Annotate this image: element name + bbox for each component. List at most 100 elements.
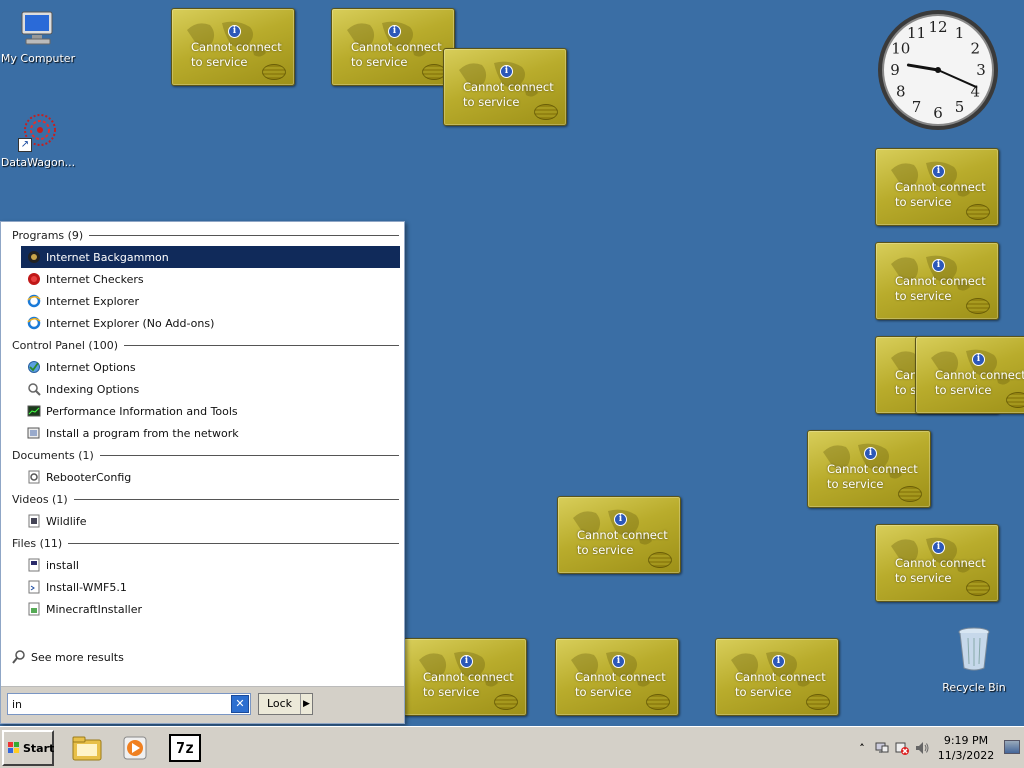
- desktop-icon-label: DataWagon...: [0, 156, 76, 169]
- shortcut-arrow-icon: ↗: [18, 138, 32, 152]
- result-item-label: Internet Explorer: [46, 294, 139, 308]
- result-item-label: Indexing Options: [46, 382, 140, 396]
- divider: [73, 498, 399, 500]
- divider: [99, 454, 399, 456]
- result-group-header[interactable]: Programs (9): [3, 224, 403, 246]
- power-options-arrow-icon[interactable]: ▶: [301, 694, 312, 714]
- info-icon: i: [228, 25, 241, 38]
- show-hidden-icons-chevron-icon[interactable]: ˄: [852, 738, 872, 758]
- start-button[interactable]: Start: [2, 730, 54, 766]
- taskbar-clock[interactable]: 9:19 PM 11/3/2022: [936, 733, 996, 763]
- result-item[interactable]: Indexing Options: [21, 378, 400, 400]
- weather-gadget[interactable]: iCannot connect to service: [443, 48, 567, 126]
- weather-gadget[interactable]: iCannot connect to service: [875, 148, 999, 226]
- result-item-label: Internet Checkers: [46, 272, 144, 286]
- result-item-label: Internet Explorer (No Add-ons): [46, 316, 215, 330]
- see-more-results[interactable]: See more results: [11, 649, 124, 665]
- result-item-label: Internet Backgammon: [46, 250, 169, 264]
- info-icon: i: [500, 65, 513, 78]
- coins-icon: [494, 694, 518, 710]
- clock-face: 12 1234567891011: [878, 10, 998, 130]
- media-player-icon[interactable]: [118, 732, 152, 764]
- coins-icon: [806, 694, 830, 710]
- install-network-icon: [26, 425, 42, 441]
- weather-gadget[interactable]: iCannot connect to service: [557, 496, 681, 574]
- result-item[interactable]: Internet Explorer (No Add-ons): [21, 312, 400, 334]
- weather-gadget[interactable]: iCannot connect to service: [715, 638, 839, 716]
- checkers-icon: [26, 271, 42, 287]
- result-group-header[interactable]: Control Panel (100): [3, 334, 403, 356]
- clock-gadget[interactable]: 12 1 2 3 4 5 6 7 8 9 10 11: [876, 8, 1000, 132]
- divider: [68, 542, 399, 544]
- clock-number: 5: [955, 98, 965, 116]
- computer-icon: [18, 8, 58, 48]
- result-item[interactable]: Internet Backgammon: [21, 246, 400, 268]
- weather-gadget[interactable]: iCannot connect to service: [875, 242, 999, 320]
- search-input[interactable]: [8, 694, 230, 714]
- system-tray: ˄ 9:19 PM 11/3/2022: [848, 727, 1024, 768]
- coins-icon: [966, 580, 990, 596]
- ie-icon: [26, 315, 42, 331]
- search-icon: [12, 650, 25, 664]
- result-item[interactable]: RebooterConfig: [21, 466, 400, 488]
- volume-icon[interactable]: [912, 738, 932, 758]
- weather-gadget[interactable]: iCannot connect to service: [875, 524, 999, 602]
- clock-number: 10: [891, 40, 910, 58]
- lock-button[interactable]: Lock ▶: [258, 693, 313, 715]
- weather-gadget[interactable]: iCannot connect to service: [555, 638, 679, 716]
- coins-icon: [534, 104, 558, 120]
- info-icon: i: [612, 655, 625, 668]
- weather-gadget[interactable]: iCannot connect to service: [171, 8, 295, 86]
- result-item-label: Internet Options: [46, 360, 136, 374]
- explorer-icon[interactable]: [70, 732, 104, 764]
- coins-icon: [646, 694, 670, 710]
- result-item-label: Performance Information and Tools: [46, 404, 238, 418]
- clock-number: 7: [912, 98, 922, 116]
- clock-number: 2: [970, 40, 980, 58]
- result-item[interactable]: install: [21, 554, 400, 576]
- desktop-icon-datawagon[interactable]: ↗ DataWagon...: [0, 112, 76, 169]
- result-item[interactable]: Internet Checkers: [21, 268, 400, 290]
- desktop-icon-label: My Computer: [0, 52, 76, 65]
- desktop-icon-recycle-bin[interactable]: Recycle Bin: [940, 624, 1008, 694]
- taskbar: Start 7z ˄ 9:19 PM 11/3/2022: [0, 726, 1024, 768]
- result-item[interactable]: Internet Explorer: [21, 290, 400, 312]
- video-file-icon: [26, 513, 42, 529]
- result-item[interactable]: Install a program from the network: [21, 422, 400, 444]
- backgammon-icon: [26, 249, 42, 265]
- result-item[interactable]: Internet Options: [21, 356, 400, 378]
- result-item[interactable]: Install-WMF5.1: [21, 576, 400, 598]
- action-center-flag-icon[interactable]: [892, 738, 912, 758]
- 7zip-icon[interactable]: 7z: [168, 732, 202, 764]
- result-group-header[interactable]: Documents (1): [3, 444, 403, 466]
- clock-number: 6: [933, 104, 943, 122]
- result-item[interactable]: MinecraftInstaller: [21, 598, 400, 620]
- weather-gadget[interactable]: iCannot connect to service: [807, 430, 931, 508]
- show-desktop-icon[interactable]: [1004, 740, 1020, 754]
- taskbar-date: 11/3/2022: [937, 749, 995, 762]
- clear-search-icon[interactable]: ✕: [231, 695, 249, 713]
- coins-icon: [648, 552, 672, 568]
- weather-gadget[interactable]: iCannot connect to service: [403, 638, 527, 716]
- info-icon: i: [772, 655, 785, 668]
- result-group-header[interactable]: Videos (1): [3, 488, 403, 510]
- result-item-label: install: [46, 558, 79, 572]
- coins-icon: [966, 204, 990, 220]
- clock-number: 12: [928, 18, 947, 36]
- coins-icon: [262, 64, 286, 80]
- result-group-title: Videos (1): [12, 492, 68, 506]
- desktop-icon-my-computer[interactable]: My Computer: [0, 8, 76, 65]
- ps-file-icon: [26, 579, 42, 595]
- result-item[interactable]: Wildlife: [21, 510, 400, 532]
- windows-flag-icon: [8, 742, 20, 754]
- weather-gadget[interactable]: iCannot connect to service: [915, 336, 1024, 414]
- weather-gadget[interactable]: iCannot connect to service: [331, 8, 455, 86]
- info-icon: i: [932, 541, 945, 554]
- result-item-label: MinecraftInstaller: [46, 602, 142, 616]
- result-item[interactable]: Performance Information and Tools: [21, 400, 400, 422]
- result-group-header[interactable]: Files (11): [3, 532, 403, 554]
- result-item-label: RebooterConfig: [46, 470, 132, 484]
- network-icon[interactable]: [872, 738, 892, 758]
- recycle-bin-label: Recycle Bin: [942, 681, 1006, 694]
- performance-icon: [26, 403, 42, 419]
